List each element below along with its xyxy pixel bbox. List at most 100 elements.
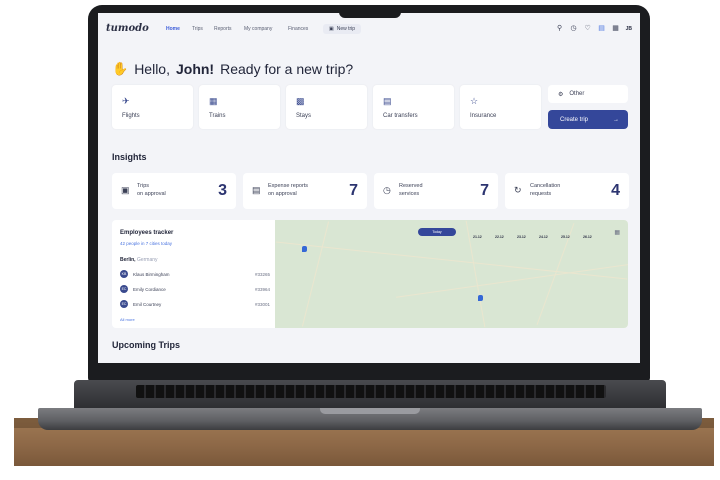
employee-code: #33964 — [254, 286, 270, 292]
laptop-opening-lip — [320, 408, 420, 414]
map-date[interactable]: 21.12 — [473, 235, 482, 239]
map-date[interactable]: 26.12 — [583, 235, 592, 239]
category-insurance[interactable]: ☆ Insurance — [460, 85, 541, 129]
insight-line2: on approval — [137, 191, 166, 197]
insight-line1: Expense reports — [268, 183, 309, 189]
employee-code: #33001 — [254, 301, 270, 307]
insight-value: 4 — [611, 182, 620, 199]
category-label: Insurance — [470, 113, 497, 119]
receipt-icon: ▤ — [252, 185, 261, 195]
insight-trips-approval[interactable]: ▣ Trips on approval 3 — [112, 173, 236, 209]
laptop-screen: tumodo Home Trips Reports My company Fin… — [98, 13, 640, 363]
insight-expense-reports[interactable]: ▤ Expense reports on approval 7 — [243, 173, 367, 209]
map-road — [301, 221, 330, 327]
insight-line1: Trips — [137, 183, 150, 189]
insight-line2: requests — [530, 191, 552, 197]
employee-name: Klaus Birmingham — [133, 271, 170, 277]
employee-avatar: EC — [120, 285, 128, 293]
map-date[interactable]: 25.12 — [561, 235, 570, 239]
map-pin[interactable] — [478, 295, 483, 301]
category-trains[interactable]: ▦ Trains — [199, 85, 280, 129]
clock-icon: ◷ — [383, 185, 391, 195]
tracker-today[interactable]: today — [161, 241, 172, 246]
nav-reports[interactable]: Reports — [214, 26, 232, 32]
category-label: Flights — [122, 113, 140, 119]
tracker-map[interactable]: Today 21.12 22.12 23.12 24.12 25.12 26.1… — [275, 220, 628, 328]
car-icon: ▤ — [383, 96, 392, 106]
app-logo[interactable]: tumodo — [106, 23, 149, 34]
train-icon: ▦ — [209, 96, 218, 106]
map-date[interactable]: 24.12 — [539, 235, 548, 239]
employee-row[interactable]: EC Emil Courtney #33001 — [120, 299, 270, 309]
insights-title: Insights — [112, 152, 147, 162]
insight-line1: Cancellation — [530, 183, 561, 189]
nav-finances[interactable]: Finances — [288, 26, 308, 32]
category-car-transfers[interactable]: ▤ Car transfers — [373, 85, 454, 129]
greeting-hello: Hello, — [134, 61, 170, 77]
chat-icon[interactable]: ▤ — [598, 25, 606, 33]
tracker-title: Employees tracker — [120, 230, 174, 236]
category-label: Stays — [296, 113, 312, 119]
avatar[interactable]: JB — [626, 26, 632, 32]
grid-icon[interactable]: ▦ — [612, 25, 620, 33]
show-more-link[interactable]: All more — [120, 317, 135, 322]
tracker-subtitle: 42 people in 7 cities today — [120, 241, 172, 246]
map-pin[interactable] — [302, 246, 307, 252]
gear-icon: ⚙ — [558, 91, 564, 98]
city-name: Berlin, — [120, 257, 136, 263]
upcoming-trips-title: Upcoming Trips — [112, 340, 181, 350]
insight-value: 7 — [480, 182, 489, 199]
new-trip-button[interactable]: ▣ New trip — [323, 24, 362, 34]
insight-label: Cancellation requests — [530, 182, 590, 198]
employee-avatar: EC — [120, 300, 128, 308]
new-trip-label: New trip — [336, 26, 356, 32]
top-nav: tumodo Home Trips Reports My company Fin… — [98, 21, 640, 39]
create-trip-button[interactable]: Create trip → — [548, 110, 628, 129]
tracker-count: 42 people in 7 cities — [120, 241, 160, 246]
tracker-city: Berlin, Germany — [120, 257, 158, 263]
country-name: Germany — [136, 257, 158, 263]
briefcase-icon: ▣ — [121, 185, 130, 195]
clock-icon[interactable]: ◷ — [570, 25, 578, 33]
employee-name: Emily Cordiance — [133, 286, 166, 292]
category-stays[interactable]: ▩ Stays — [286, 85, 367, 129]
employee-avatar: KB — [120, 270, 128, 278]
employee-row[interactable]: KB Klaus Birmingham #33265 — [120, 269, 270, 279]
insight-value: 3 — [218, 182, 227, 199]
photo-scene: tumodo Home Trips Reports My company Fin… — [0, 0, 720, 480]
insight-reserved-services[interactable]: ◷ Reserved services 7 — [374, 173, 498, 209]
search-icon[interactable]: ⚲ — [556, 25, 564, 33]
today-pill[interactable]: Today — [418, 228, 456, 236]
arrow-right-icon: → — [613, 116, 619, 123]
insight-value: 7 — [349, 182, 358, 199]
category-label: Trains — [209, 113, 226, 119]
create-trip-label: Create trip — [560, 116, 589, 123]
laptop-keyboard — [136, 385, 606, 398]
other-button[interactable]: ⚙ Other — [548, 85, 628, 103]
refresh-icon: ↻ — [514, 185, 522, 195]
nav-trips[interactable]: Trips — [192, 26, 203, 32]
insight-cancellation-requests[interactable]: ↻ Cancellation requests 4 — [505, 173, 629, 209]
insight-label: Reserved services — [399, 182, 459, 198]
heart-icon[interactable]: ♡ — [584, 25, 592, 33]
map-date[interactable]: 23.12 — [517, 235, 526, 239]
employee-code: #33265 — [254, 271, 270, 277]
map-date[interactable]: 22.12 — [495, 235, 504, 239]
map-layers-icon[interactable]: ▦ — [614, 229, 620, 236]
employee-row[interactable]: EC Emily Cordiance #33964 — [120, 284, 270, 294]
insight-line2: on approval — [268, 191, 297, 197]
building-icon: ▩ — [296, 96, 305, 106]
nav-home[interactable]: Home — [166, 26, 180, 32]
employee-name: Emil Courtney — [133, 301, 162, 307]
greeting-rest: Ready for a new trip? — [220, 61, 354, 77]
insight-label: Expense reports on approval — [268, 182, 328, 198]
employees-tracker: Employees tracker 42 people in 7 cities … — [112, 220, 628, 328]
nav-my-company[interactable]: My company — [244, 26, 272, 32]
insight-line2: services — [399, 191, 420, 197]
camera-notch — [339, 5, 401, 18]
category-label: Car transfers — [383, 113, 418, 119]
nav-icons: ⚲ ◷ ♡ ▤ ▦ JB — [556, 25, 632, 33]
map-road — [396, 263, 628, 298]
greeting-name: John! — [175, 61, 215, 77]
category-flights[interactable]: ✈ Flights — [112, 85, 193, 129]
